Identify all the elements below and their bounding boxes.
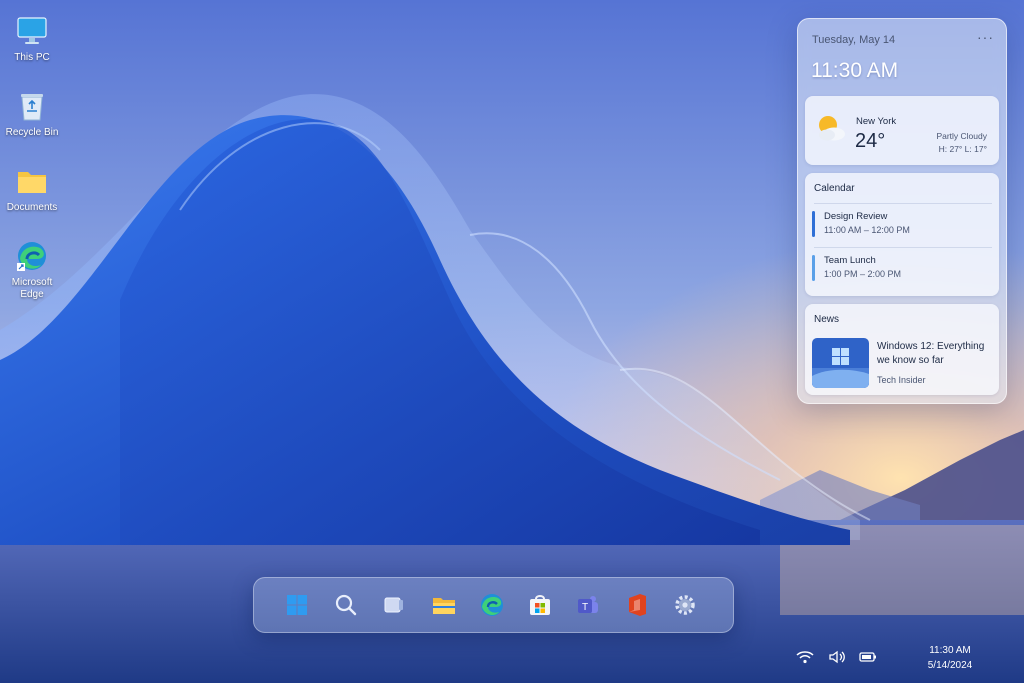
event-time: 11:00 AM – 12:00 PM (824, 225, 910, 235)
news-card[interactable]: News Windows 12: Everything we know so f… (805, 304, 999, 395)
desktop-icon-label: Recycle Bin (5, 127, 59, 138)
more-options-icon[interactable]: ··· (977, 29, 994, 45)
news-thumbnail (812, 338, 869, 388)
event-title: Design Review (824, 211, 888, 222)
desktop-icon-label: Documents (6, 202, 58, 213)
folder-icon (15, 164, 49, 198)
edge-icon (15, 239, 49, 273)
store-icon[interactable] (526, 591, 554, 619)
widgets-panel: Tuesday, May 14 ··· 11:30 AM New York 24… (797, 18, 1007, 404)
event-color-bar (812, 211, 815, 237)
battery-icon[interactable] (859, 650, 877, 664)
weather-city: New York (856, 116, 897, 127)
windows-start-icon[interactable] (283, 591, 311, 619)
calendar-title: Calendar (814, 183, 855, 194)
edge-icon[interactable] (478, 591, 506, 619)
desktop-icon-label: This PC (14, 52, 50, 63)
taskbar: T (253, 577, 734, 633)
news-headline[interactable]: Windows 12: Everything we know so far (877, 340, 993, 368)
weather-condition: Partly Cloudy (936, 131, 987, 141)
search-icon[interactable] (332, 591, 360, 619)
recycle-bin-icon (15, 89, 49, 123)
weather-card[interactable]: New York 24° Partly Cloudy H: 27° L: 17° (805, 96, 999, 165)
desktop-icon-this-pc[interactable]: This PC (2, 14, 62, 64)
desktop-icon-documents[interactable]: Documents (2, 164, 62, 214)
svg-text:T: T (582, 602, 588, 613)
calendar-event[interactable]: Team Lunch 1:00 PM – 2:00 PM (811, 251, 993, 289)
calendar-card[interactable]: Calendar Design Review 11:00 AM – 12:00 … (805, 173, 999, 296)
desktop-icon-microsoft-edge[interactable]: Microsoft Edge (2, 239, 62, 301)
volume-icon[interactable] (828, 650, 846, 664)
file-explorer-icon[interactable] (430, 591, 458, 619)
widgets-date: Tuesday, May 14 (812, 34, 896, 46)
tray-clock-date[interactable]: 5/14/2024 (905, 660, 995, 671)
settings-gear-icon[interactable] (671, 591, 699, 619)
task-view-icon[interactable] (380, 591, 408, 619)
weather-high-low: H: 27° L: 17° (938, 144, 987, 154)
desktop-icon-recycle-bin[interactable]: Recycle Bin (2, 89, 62, 139)
news-source: Tech Insider (877, 375, 926, 385)
divider (814, 247, 992, 248)
desktop-icon-label: Microsoft Edge (11, 277, 53, 300)
weather-temperature: 24° (855, 130, 886, 152)
widgets-time: 11:30 AM (811, 59, 899, 82)
event-time: 1:00 PM – 2:00 PM (824, 269, 902, 279)
office-icon[interactable] (623, 591, 651, 619)
partly-cloudy-icon (814, 113, 848, 143)
monitor-icon (15, 14, 49, 48)
calendar-event[interactable]: Design Review 11:00 AM – 12:00 PM (811, 207, 993, 245)
divider (814, 203, 992, 204)
news-title: News (814, 314, 840, 325)
teams-icon[interactable]: T (574, 591, 602, 619)
event-color-bar (812, 255, 815, 281)
tray-clock-time[interactable]: 11:30 AM (905, 645, 995, 656)
wifi-icon[interactable] (796, 650, 814, 664)
event-title: Team Lunch (824, 255, 876, 266)
